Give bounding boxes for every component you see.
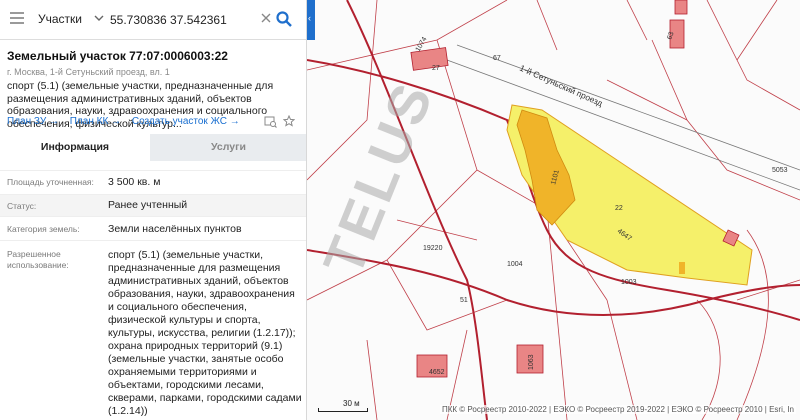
plan-kk-link[interactable]: План КК → [70,116,121,127]
permitted-use-label-1: Разрешенное [7,249,61,259]
scale-bar [318,408,368,412]
star-icon[interactable] [282,114,296,127]
status-value: Ранее учтенный [108,199,188,211]
label-67: 67 [493,55,501,62]
create-zs-link[interactable]: Создать участок ЖС → [132,116,240,127]
label-51: 51 [460,297,468,304]
category-label: Категория земель: [7,224,80,234]
label-19220: 19220 [423,245,443,252]
area-value: 3 500 кв. м [108,176,161,188]
scale-label: 30 м [343,399,360,408]
row-area: Площадь уточненная: 3 500 кв. м [0,170,306,194]
label-22: 22 [615,205,623,212]
street-label: 1-й Сетуньский проезд [518,63,604,109]
print-icon[interactable] [264,116,277,128]
category-value: Земли населённых пунктов [108,223,242,235]
label-1004: 1004 [507,261,523,268]
label-1003: 1003 [621,279,637,286]
info-panel: Участки Земельный участок 77:07:0006003:… [0,0,307,420]
permitted-use-label-2: использование: [7,260,69,270]
close-icon[interactable] [260,12,272,24]
menu-icon[interactable] [10,12,24,24]
search-icon[interactable] [275,10,293,28]
permitted-use-value: спорт (5.1) (земельные участки, предназн… [108,249,302,417]
parcel-links: План ЗУ → План КК → Создать участок ЖС → [7,116,248,127]
search-input[interactable] [110,9,262,31]
tabs: Информация Услуги [0,134,306,161]
chevron-left-icon: ‹ [308,13,311,23]
row-permitted-use: Разрешенное использование: спорт (5.1) (… [0,240,306,420]
status-label: Статус: [7,201,37,211]
tab-info[interactable]: Информация [0,134,150,161]
row-status: Статус: Ранее учтенный [0,194,306,216]
label-1063: 1063 [528,354,535,370]
plan-zu-link[interactable]: План ЗУ → [7,116,59,127]
chevron-down-icon[interactable] [94,11,104,25]
label-4652: 4652 [429,369,445,376]
parcel-structure [679,262,685,274]
layer-select[interactable]: Участки [38,12,82,26]
label-5053: 5053 [772,167,788,174]
tab-services[interactable]: Услуги [150,134,306,161]
search-bar: Участки [0,0,306,40]
map-attribution: ПКК © Росреестр 2010-2022 | ЕЭКО © Росре… [440,405,796,414]
collapse-panel-button[interactable]: ‹ [307,0,315,40]
label-27: 27 [432,65,440,72]
row-category: Категория земель: Земли населённых пункт… [0,216,306,240]
area-label: Площадь уточненная: [7,177,94,187]
parcel-title: Земельный участок 77:07:0006003:22 [7,49,228,63]
parcel-address: г. Москва, 1-й Сетуньский проезд, вл. 1 [7,67,170,77]
